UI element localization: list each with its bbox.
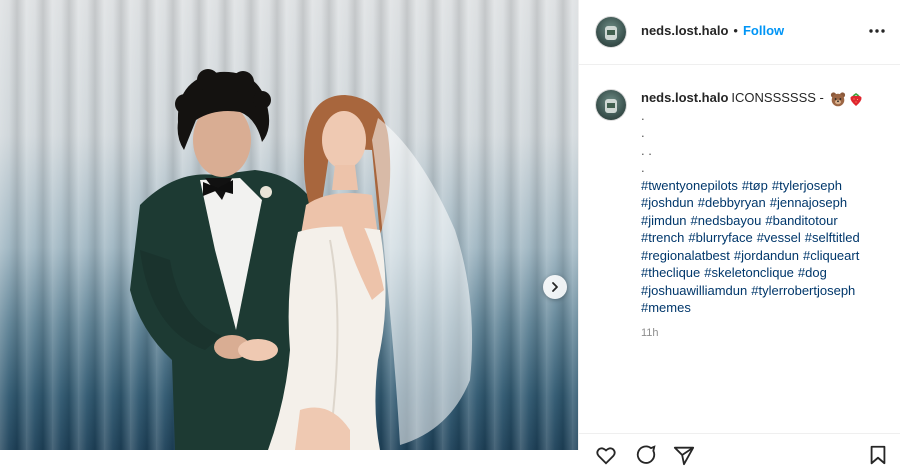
caption-dot-line: . — [641, 160, 645, 176]
more-horizontal-icon — [869, 29, 885, 33]
hashtag-link[interactable]: #banditotour — [765, 213, 837, 228]
hashtag-link[interactable]: #memes — [641, 300, 691, 315]
hashtag-link[interactable]: #debbyryan — [698, 195, 766, 210]
hashtag-link[interactable]: #theclique — [641, 265, 700, 280]
bookmark-icon[interactable] — [867, 444, 889, 466]
caption-dot-line: . . — [641, 142, 652, 158]
header-line: neds.lost.halo • Follow — [641, 23, 784, 38]
heart-icon[interactable] — [595, 444, 617, 466]
hashtag-link[interactable]: #joshuawilliamdun — [641, 283, 747, 298]
bridal-veil — [372, 118, 473, 445]
caption-first-line: neds.lost.halo ICONSSSSSS - — [641, 89, 891, 107]
hashtag-link[interactable]: #vessel — [757, 230, 801, 245]
hashtag-link[interactable]: #tøp — [742, 178, 768, 193]
hashtag-link[interactable]: #skeletonclique — [704, 265, 794, 280]
action-bar — [579, 433, 900, 466]
hashtag-list: #twentyonepilots #tøp #tylerjoseph #joshdu… — [641, 177, 891, 317]
hashtag-link[interactable]: #nedsbayou — [691, 213, 762, 228]
caption-dot-line: . — [641, 107, 645, 123]
hashtag-link[interactable]: #selftitled — [805, 230, 860, 245]
hashtag-link[interactable]: #blurryface — [688, 230, 752, 245]
share-icon[interactable] — [673, 444, 695, 466]
hashtag-link[interactable]: #regionalatbest — [641, 248, 730, 263]
couple-illustration — [130, 69, 473, 450]
hashtag-link[interactable]: #dog — [798, 265, 827, 280]
hashtag-link[interactable]: #tylerjoseph — [772, 178, 842, 193]
header-username[interactable]: neds.lost.halo — [641, 23, 728, 38]
hashtag-link[interactable]: #joshdun — [641, 195, 694, 210]
post-timestamp[interactable]: 11h — [641, 325, 891, 343]
hashtag-link[interactable]: #jimdun — [641, 213, 687, 228]
hashtag-link[interactable]: #trench — [641, 230, 684, 245]
bear-face-emoji — [830, 91, 845, 106]
follow-button[interactable]: Follow — [743, 23, 784, 38]
hashtag-link[interactable]: #twentyonepilots — [641, 178, 738, 193]
avatar[interactable] — [596, 17, 626, 47]
more-options-button[interactable] — [868, 22, 886, 40]
post-photo[interactable] — [0, 0, 578, 450]
avatar-image — [605, 26, 617, 40]
next-photo-button[interactable] — [543, 275, 567, 299]
caption-username[interactable]: neds.lost.halo — [641, 90, 728, 105]
hashtag-link[interactable]: #jordandun — [734, 248, 799, 263]
woman-face — [322, 111, 366, 169]
caption-text: ICONSSSSSS - — [731, 90, 824, 105]
chevron-right-icon — [552, 282, 558, 292]
hashtag-link[interactable]: #cliqueart — [803, 248, 859, 263]
post-caption: neds.lost.halo ICONSSSSSS - . . . . . #tw… — [641, 89, 891, 342]
strawberry-emoji — [849, 92, 862, 106]
caption-dot-line: . — [641, 125, 645, 141]
hashtag-link[interactable]: #jennajoseph — [770, 195, 847, 210]
avatar-image — [605, 99, 617, 113]
caption-avatar[interactable] — [596, 90, 626, 120]
post-side-panel: neds.lost.halo • Follow neds.lost.halo IC… — [578, 0, 900, 466]
comment-icon[interactable] — [635, 444, 657, 466]
hashtag-link[interactable]: #tylerrobertjoseph — [751, 283, 855, 298]
separator-dot: • — [733, 23, 738, 38]
post-header: neds.lost.halo • Follow — [579, 0, 900, 65]
